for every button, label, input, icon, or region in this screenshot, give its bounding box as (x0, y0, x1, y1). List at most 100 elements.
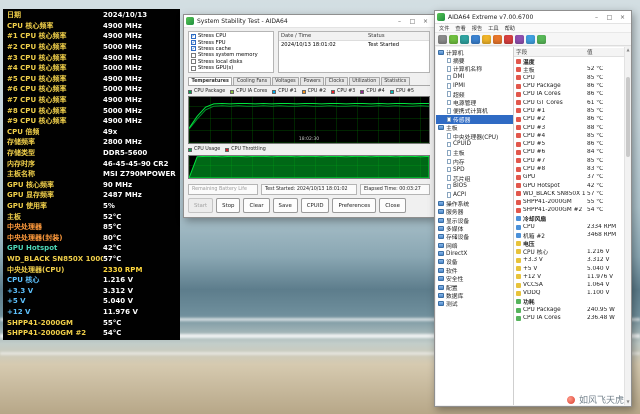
tree-item[interactable]: SPD (436, 165, 513, 173)
tree-item[interactable]: 存储设备 (436, 233, 513, 241)
legend-item[interactable]: CPU #5 (390, 89, 414, 94)
legend-item[interactable]: CPU Throttling (225, 147, 266, 152)
title-bar[interactable]: System Stability Test - AIDA64 – □ × (184, 15, 434, 28)
tree-item[interactable]: 网络 (436, 241, 513, 249)
action-button[interactable]: CPUID (301, 198, 330, 213)
tree-item[interactable]: 摘要 (436, 56, 513, 64)
toolbar-icon[interactable] (460, 35, 469, 44)
tree-item[interactable]: DirectX (436, 249, 513, 257)
sensor-row[interactable]: SHPP41-2000GM 55 °C (514, 198, 630, 206)
toolbar-icon[interactable] (504, 35, 513, 44)
toolbar-icon[interactable] (449, 35, 458, 44)
toolbar-icon[interactable] (515, 35, 524, 44)
legend-item[interactable]: CPU IA Cores (230, 89, 267, 94)
scrollbar[interactable]: ▲ ▼ (624, 47, 630, 405)
tree-item[interactable]: 安全性 (436, 275, 513, 283)
scroll-up-icon[interactable]: ▲ (625, 47, 630, 53)
sensor-row[interactable]: CPU #8 83 °C (514, 165, 630, 173)
close-icon[interactable]: × (419, 16, 432, 27)
action-button[interactable]: Stop (216, 198, 240, 213)
sensor-row[interactable]: CPU Package 86 °C (514, 82, 630, 90)
sensor-row[interactable]: 机箱 #2 3468 RPM (514, 231, 630, 239)
minimize-icon[interactable]: – (393, 16, 406, 27)
tree-item[interactable]: 计算机名称 (436, 65, 513, 73)
tab[interactable]: Powers (300, 77, 324, 85)
tree-item[interactable]: 设备 (436, 258, 513, 266)
toolbar-icon[interactable] (537, 35, 546, 44)
sensor-row[interactable]: CPU #7 85 °C (514, 157, 630, 165)
tab[interactable]: Statistics (381, 77, 410, 85)
tree-item[interactable]: 操作系统 (436, 199, 513, 207)
toolbar-icon[interactable] (438, 35, 447, 44)
tree-item[interactable]: 测试 (436, 300, 513, 308)
checkbox-icon[interactable] (191, 66, 196, 71)
tree-item[interactable]: ACPI (436, 191, 513, 199)
stress-option[interactable]: Stress GPU(s) (191, 65, 271, 71)
action-button[interactable]: Preferences (332, 198, 376, 213)
tree-item[interactable]: 配置 (436, 283, 513, 291)
scrollbar-thumb[interactable] (626, 77, 630, 157)
menu-item[interactable]: 文件 (439, 25, 449, 32)
tree-item[interactable]: 电源管理 (436, 98, 513, 106)
tree-item[interactable]: 主板 (436, 124, 513, 132)
sensor-row[interactable]: CPU #2 86 °C (514, 115, 630, 123)
sensor-row[interactable]: CPU 2334 RPM (514, 223, 630, 231)
maximize-icon[interactable]: □ (406, 16, 419, 27)
sensor-row[interactable]: CPU GT Cores 61 °C (514, 98, 630, 106)
sensor-row[interactable]: CPU #4 85 °C (514, 132, 630, 140)
sensor-row[interactable]: CPU #6 84 °C (514, 148, 630, 156)
maximize-icon[interactable]: □ (603, 12, 616, 23)
tree-item[interactable]: 主板 (436, 149, 513, 157)
sensor-row[interactable]: VCCSA 1.064 V (514, 281, 630, 289)
sensor-row[interactable]: +5 V 5.040 V (514, 264, 630, 272)
menu-item[interactable]: 报告 (472, 25, 482, 32)
menu-item[interactable]: 帮助 (505, 25, 515, 32)
tree-item[interactable]: 数据库 (436, 291, 513, 299)
action-button[interactable]: Clear (243, 198, 269, 213)
table-row[interactable]: 2024/10/13 18:01:02 Test Started (279, 41, 429, 49)
title-bar[interactable]: AIDA64 Extreme v7.00.6700 – □ × (435, 11, 631, 24)
sensor-row[interactable]: VDDQ 1.100 V (514, 289, 630, 297)
sensor-row[interactable]: CPU 核心 1.216 V (514, 248, 630, 256)
legend-item[interactable]: CPU #1 (272, 89, 296, 94)
sensor-row[interactable]: GPU Hotspot 42 °C (514, 181, 630, 189)
close-icon[interactable]: × (616, 12, 629, 23)
tree-item[interactable]: 显示设备 (436, 216, 513, 224)
checkbox-icon[interactable] (191, 59, 196, 64)
action-button[interactable]: Start (188, 198, 213, 213)
sensor-row[interactable]: CPU #3 88 °C (514, 123, 630, 131)
sensor-row[interactable]: 主板 52 °C (514, 65, 630, 73)
sensor-row[interactable]: GPU 37 °C (514, 173, 630, 181)
toolbar-icon[interactable] (493, 35, 502, 44)
toolbar-icon[interactable] (482, 35, 491, 44)
tree-item[interactable]: 内存 (436, 157, 513, 165)
sensor-row[interactable]: CPU IA Cores 86 °C (514, 90, 630, 98)
legend-item[interactable]: CPU Package (188, 89, 225, 94)
sensor-row[interactable]: 功耗 (514, 298, 630, 306)
sensor-row[interactable]: CPU IA Cores 236.48 W (514, 314, 630, 322)
action-button[interactable]: Save (273, 198, 298, 213)
legend-item[interactable]: CPU #4 (360, 89, 384, 94)
legend-item[interactable]: CPU #2 (302, 89, 326, 94)
toolbar-icon[interactable] (471, 35, 480, 44)
sensor-row[interactable]: 电压 (514, 240, 630, 248)
scroll-down-icon[interactable]: ▼ (625, 399, 630, 405)
menu-item[interactable]: 查看 (455, 25, 465, 32)
sensor-row[interactable]: CPU #1 85 °C (514, 107, 630, 115)
menu-item[interactable]: 工具 (488, 25, 498, 32)
sensor-row[interactable]: CPU Package 240.95 W (514, 306, 630, 314)
tree-item[interactable]: DMI (436, 73, 513, 81)
tree-item[interactable]: 计算机 (436, 48, 513, 56)
tab[interactable]: Clocks (325, 77, 348, 85)
sensor-row[interactable]: +3.3 V 3.312 V (514, 256, 630, 264)
checkbox-icon[interactable] (191, 34, 196, 39)
tree-item[interactable]: 多媒体 (436, 224, 513, 232)
action-button[interactable]: Close (379, 198, 406, 213)
checkbox-icon[interactable] (191, 46, 196, 51)
tab[interactable]: Voltages (272, 77, 300, 85)
tree-item[interactable]: BIOS (436, 182, 513, 190)
tree-item[interactable]: 服务器 (436, 207, 513, 215)
sensor-row[interactable]: CPU 85 °C (514, 74, 630, 82)
sensor-row[interactable]: CPU #5 86 °C (514, 140, 630, 148)
sensor-row[interactable]: SHPP41-2000GM #2 54 °C (514, 206, 630, 214)
